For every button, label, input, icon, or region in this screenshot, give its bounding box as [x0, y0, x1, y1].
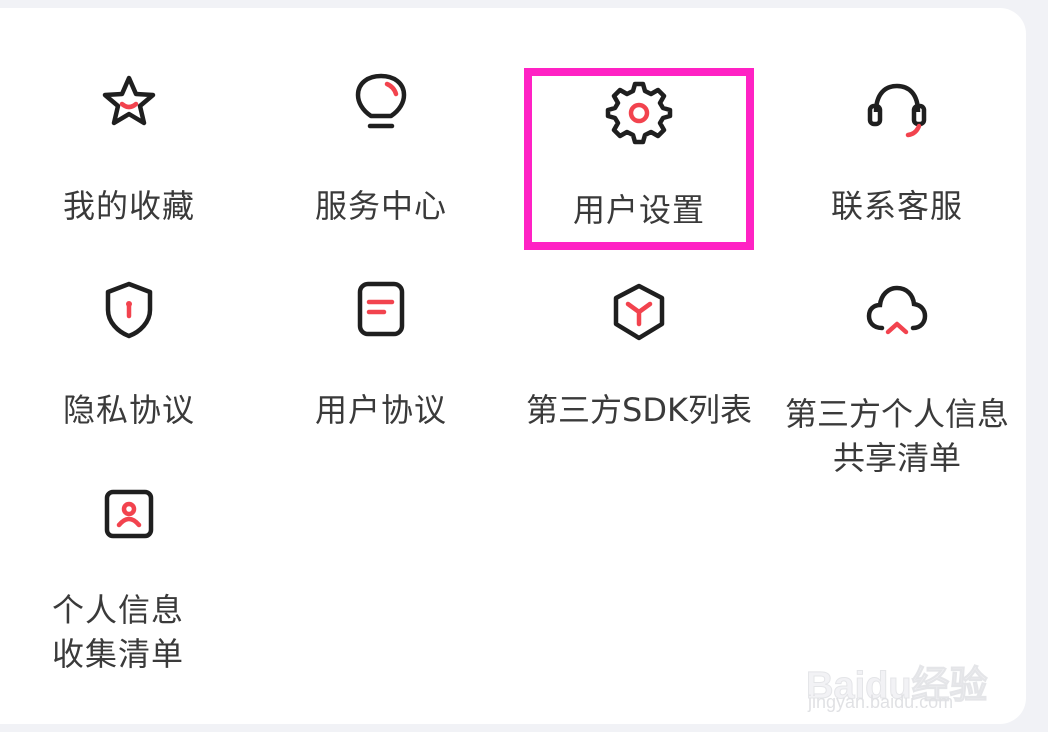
menu-item-service-center[interactable]: 服务中心	[252, 8, 510, 238]
shield-icon	[105, 281, 153, 339]
menu-item-favorites[interactable]: 我的收藏	[0, 8, 258, 238]
menu-item-sdk-list[interactable]: 第三方SDK列表	[510, 258, 768, 448]
document-icon	[357, 281, 405, 337]
lightbulb-icon	[355, 73, 407, 129]
label-line-2: 收集清单	[52, 635, 185, 673]
menu-item-contact-support[interactable]: 联系客服	[768, 8, 1026, 238]
menu-item-user-agreement[interactable]: 用户协议	[252, 258, 510, 448]
menu-item-label: 我的收藏	[62, 187, 195, 225]
profile-card-icon	[104, 489, 154, 539]
menu-item-label: 用户协议	[314, 391, 447, 429]
watermark-url: jingyan.baidu.com	[808, 692, 954, 712]
baidu-watermark: Baidu经验 jingyan.baidu.com	[806, 626, 1006, 716]
label-line-1: 第三方个人信息	[784, 395, 1009, 433]
menu-item-info-collection[interactable]: 个人信息 收集清单	[0, 470, 258, 690]
menu-item-label: 第三方个人信息 共享清单	[768, 392, 1026, 480]
headset-icon	[867, 83, 927, 138]
label-line-1: 个人信息	[52, 591, 185, 629]
menu-item-info-sharing[interactable]: 第三方个人信息 共享清单	[768, 258, 1026, 488]
cloud-icon	[866, 285, 928, 335]
menu-card: 我的收藏 服务中心 用户设置 联系客服 隐私协议 用户协议 第三方SDK列表 第…	[0, 8, 1026, 724]
menu-item-label: 隐私协议	[62, 391, 195, 429]
menu-item-label: 第三方SDK列表	[526, 391, 752, 429]
star-icon	[102, 75, 156, 126]
highlight-frame	[524, 68, 754, 250]
label-line-2: 共享清单	[832, 439, 961, 477]
menu-item-privacy-policy[interactable]: 隐私协议	[0, 258, 258, 448]
cube-icon	[613, 283, 665, 341]
menu-item-label: 个人信息 收集清单	[0, 588, 185, 676]
menu-item-label: 联系客服	[830, 187, 963, 225]
menu-item-label: 服务中心	[314, 187, 447, 225]
